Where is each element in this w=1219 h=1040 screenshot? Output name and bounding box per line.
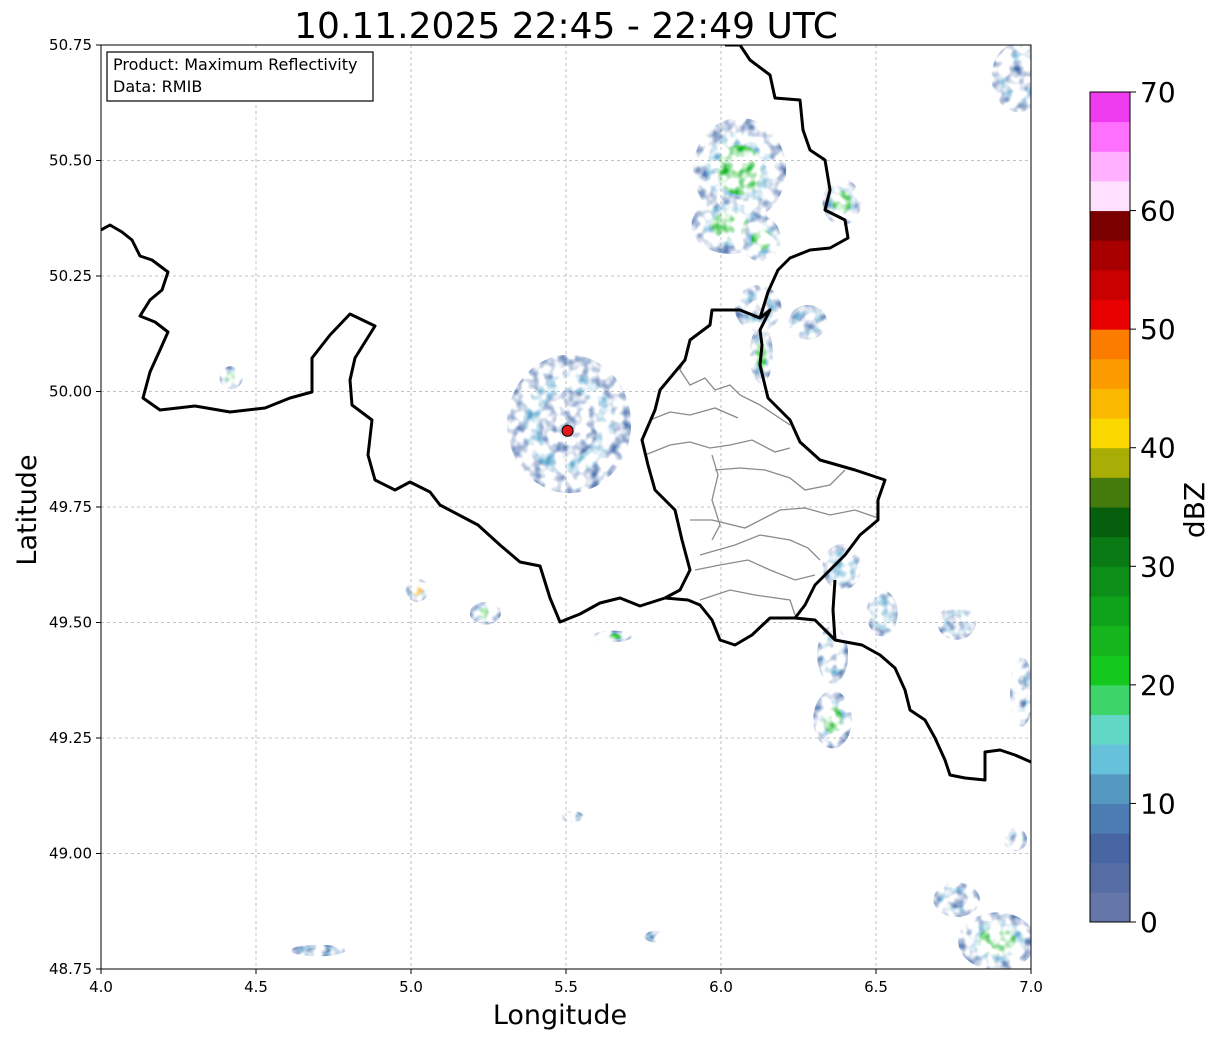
echo-cell-core bbox=[411, 584, 423, 596]
info-product: Product: Maximum Reflectivity bbox=[113, 55, 357, 74]
y-axis-label: Latitude bbox=[12, 454, 43, 565]
echo-cell-core bbox=[874, 602, 890, 625]
colorbar-band bbox=[1090, 329, 1130, 360]
echo-cell-core bbox=[832, 190, 852, 214]
colorbar-band bbox=[1090, 595, 1130, 627]
echo-cell-core bbox=[225, 372, 237, 384]
colorbar-band bbox=[1090, 714, 1130, 745]
colorbar-band bbox=[1090, 477, 1130, 508]
x-tick-label: 6.0 bbox=[709, 978, 733, 996]
colorbar-band bbox=[1090, 299, 1130, 330]
colorbar-tick-label: 10 bbox=[1140, 787, 1176, 820]
echo-cell-core bbox=[798, 313, 818, 331]
echo-cell-core bbox=[823, 705, 842, 734]
colorbar-band bbox=[1090, 566, 1130, 597]
colorbar-band bbox=[1090, 833, 1130, 864]
y-tick-label: 49.50 bbox=[49, 614, 92, 632]
y-tick-label: 50.50 bbox=[49, 152, 92, 170]
colorbar-tick-label: 50 bbox=[1140, 313, 1176, 346]
colorbar-band bbox=[1090, 92, 1130, 123]
colorbar-band bbox=[1090, 210, 1130, 241]
colorbar-band bbox=[1090, 803, 1130, 834]
colorbar-band bbox=[1090, 536, 1130, 567]
colorbar-tick-label: 0 bbox=[1140, 906, 1158, 939]
colorbar: 0 10 20 30 40 50 60 70 dBZ bbox=[1089, 76, 1211, 939]
y-tick-label: 48.75 bbox=[49, 960, 92, 978]
echo-cell-core bbox=[566, 813, 578, 820]
colorbar-tick-label: 20 bbox=[1140, 669, 1176, 702]
echo-cell-core bbox=[978, 927, 1016, 956]
map-panel: Product: Maximum Reflectivity Data: RMIB… bbox=[49, 36, 1043, 996]
colorbar-band bbox=[1090, 151, 1130, 182]
colorbar-band bbox=[1090, 655, 1130, 686]
echo-cell-core bbox=[752, 227, 771, 251]
x-tick-label: 5.5 bbox=[554, 978, 578, 996]
colorbar-tick-label: 40 bbox=[1140, 432, 1176, 465]
info-source: Data: RMIB bbox=[113, 77, 202, 96]
colorbar-band bbox=[1090, 180, 1130, 212]
x-tick-label: 7.0 bbox=[1019, 978, 1043, 996]
colorbar-band bbox=[1090, 269, 1130, 300]
y-axis-ticks: 50.75 50.50 50.25 50.00 49.75 49.50 49.25 49.00… bbox=[49, 36, 101, 978]
x-tick-label: 5.0 bbox=[399, 978, 423, 996]
echo-cell-core bbox=[603, 633, 622, 640]
y-tick-label: 49.00 bbox=[49, 845, 92, 863]
echo-cell-core bbox=[1009, 834, 1022, 846]
colorbar-band bbox=[1090, 240, 1130, 271]
colorbar-ticks: 0 10 20 30 40 50 60 70 bbox=[1130, 76, 1176, 939]
echo-cell-core bbox=[717, 144, 762, 195]
colorbar-band bbox=[1090, 862, 1130, 893]
y-tick-label: 50.25 bbox=[49, 267, 92, 285]
colorbar-bands bbox=[1090, 92, 1130, 923]
x-axis-label: Longitude bbox=[493, 1000, 627, 1031]
x-tick-label: 4.0 bbox=[89, 978, 113, 996]
echo-cell-core bbox=[304, 947, 332, 954]
echo-cell-core bbox=[650, 933, 662, 940]
echo-cell-core bbox=[1005, 60, 1031, 94]
colorbar-label: dBZ bbox=[1178, 482, 1211, 538]
echo-cell-core bbox=[477, 607, 493, 619]
colorbar-tick-label: 70 bbox=[1140, 76, 1176, 109]
x-tick-label: 4.5 bbox=[244, 978, 268, 996]
echo-cell-core bbox=[1016, 675, 1028, 709]
colorbar-band bbox=[1090, 121, 1130, 152]
echo-cell-core bbox=[945, 891, 968, 909]
colorbar-tick-label: 30 bbox=[1140, 550, 1176, 583]
colorbar-band bbox=[1090, 507, 1130, 538]
colorbar-band bbox=[1090, 418, 1130, 449]
chart-title: 10.11.2025 22:45 - 22:49 UTC bbox=[294, 6, 838, 47]
colorbar-band bbox=[1090, 892, 1130, 923]
y-tick-label: 49.75 bbox=[49, 498, 92, 516]
colorbar-band bbox=[1090, 773, 1130, 804]
echo-cell-core bbox=[947, 614, 966, 631]
echo-cell-core bbox=[825, 640, 841, 669]
colorbar-band bbox=[1090, 625, 1130, 656]
y-tick-label: 50.75 bbox=[49, 36, 92, 54]
colorbar-band bbox=[1090, 684, 1130, 715]
y-tick-label: 49.25 bbox=[49, 729, 92, 747]
x-tick-label: 6.5 bbox=[864, 978, 888, 996]
radar-map-figure: 10.11.2025 22:45 - 22:49 UTC Product: Ma… bbox=[12, 6, 1211, 1031]
colorbar-band bbox=[1090, 447, 1130, 478]
y-tick-label: 50.00 bbox=[49, 383, 92, 401]
colorbar-band bbox=[1090, 388, 1130, 419]
info-box: Product: Maximum Reflectivity Data: RMIB bbox=[106, 51, 374, 102]
radar-site-marker bbox=[561, 424, 574, 437]
x-axis-ticks: 4.0 4.5 5.0 5.5 6.0 6.5 7.0 bbox=[89, 969, 1043, 996]
colorbar-band bbox=[1090, 358, 1130, 389]
colorbar-tick-label: 60 bbox=[1140, 195, 1176, 228]
colorbar-band bbox=[1090, 744, 1130, 775]
echo-cell-core bbox=[539, 390, 599, 458]
